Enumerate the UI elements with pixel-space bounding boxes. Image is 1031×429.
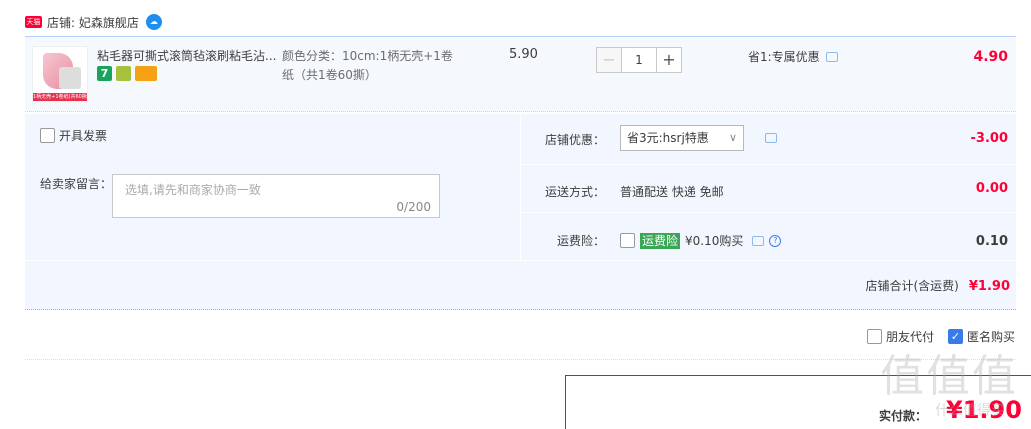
insurance-checkbox[interactable] (620, 233, 635, 248)
shipping-label: 运送方式： (544, 185, 605, 199)
seven-day-return-icon[interactable]: 7 (97, 66, 112, 81)
help-icon[interactable]: ? (769, 234, 782, 247)
insurance-price: ¥0.10购买 (685, 234, 744, 248)
product-sku: 颜色分类：10cm:1柄无壳+1卷 纸（共1卷60撕） (282, 49, 453, 82)
pay-label: 实付款： (879, 409, 928, 423)
insurance-tag: 运费险 (640, 232, 681, 249)
insurance-info-icon[interactable] (752, 235, 765, 246)
shop-name[interactable]: 店铺: 妃森旗舰店 (47, 14, 139, 31)
watermark-subtitle: 什么值得买 (935, 403, 1005, 419)
service-icons: 7 (97, 66, 157, 81)
cart-item-row: 1柄无壳+1卷纸(共60撕) 粘毛器可撕式滚筒毡滚刷粘毛沾... 7 颜色分类：… (25, 36, 1016, 112)
divider (25, 359, 1016, 360)
chevron-down-icon: ∨ (728, 131, 737, 144)
shipping-fee: 0.00 (975, 181, 1008, 196)
memo-placeholder: 选填,请先和商家协商一致 (125, 183, 261, 197)
item-total: 4.90 (973, 49, 1008, 65)
shop-sum: 店铺合计(含运费) ¥1.90 (866, 277, 1011, 294)
memo-textarea[interactable]: 选填,请先和商家协商一致 0/200 (112, 174, 440, 218)
invoice-checkbox[interactable] (40, 128, 55, 143)
guarantee-icon[interactable] (116, 66, 131, 81)
shop-coupon-label: 店铺优惠： (544, 133, 605, 147)
memo-label: 给卖家留言： (40, 177, 113, 191)
coupon-info-icon[interactable] (765, 133, 777, 143)
shipping-mode: 普通配送 快递 免邮 (620, 185, 724, 199)
shop-sum-value: ¥1.90 (968, 279, 1010, 294)
quantity-stepper: − 1 + (596, 47, 682, 73)
shop-coupon-select[interactable]: 省3元:hsrj特惠 ∨ (620, 125, 744, 151)
product-thumbnail[interactable]: 1柄无壳+1卷纸(共60撕) (32, 46, 88, 102)
insurance-label: 运费险： (556, 234, 605, 248)
qty-minus-button[interactable]: − (596, 47, 622, 73)
card-icon[interactable] (135, 66, 157, 81)
aliwangwang-icon[interactable]: ☁ (145, 14, 162, 30)
product-title[interactable]: 粘毛器可撕式滚筒毡滚刷粘毛沾... (97, 47, 277, 64)
shop-coupon-value: -3.00 (970, 131, 1008, 146)
item-promo: 省1:专属优惠 (748, 48, 838, 65)
memo-char-count: 0/200 (396, 200, 431, 214)
shop-header: 天猫 店铺: 妃森旗舰店 ☁ (25, 10, 162, 34)
tmall-icon: 天猫 (25, 16, 42, 28)
qty-plus-button[interactable]: + (656, 47, 682, 73)
unit-price: 5.90 (509, 47, 538, 62)
watermark-logo: 值值值 (880, 351, 1018, 402)
shop-sum-label: 店铺合计(含运费) (865, 279, 959, 293)
insurance-value: 0.10 (975, 234, 1008, 249)
qty-input[interactable]: 1 (622, 47, 656, 73)
invoice-option[interactable]: 开具发票 (40, 127, 107, 144)
insurance-option: 运费险 ¥0.10购买 ? (620, 232, 782, 249)
promo-info-icon[interactable] (825, 51, 838, 62)
order-panel: 开具发票 给卖家留言： 选填,请先和商家协商一致 0/200 店铺优惠： 省3元… (25, 114, 1016, 310)
